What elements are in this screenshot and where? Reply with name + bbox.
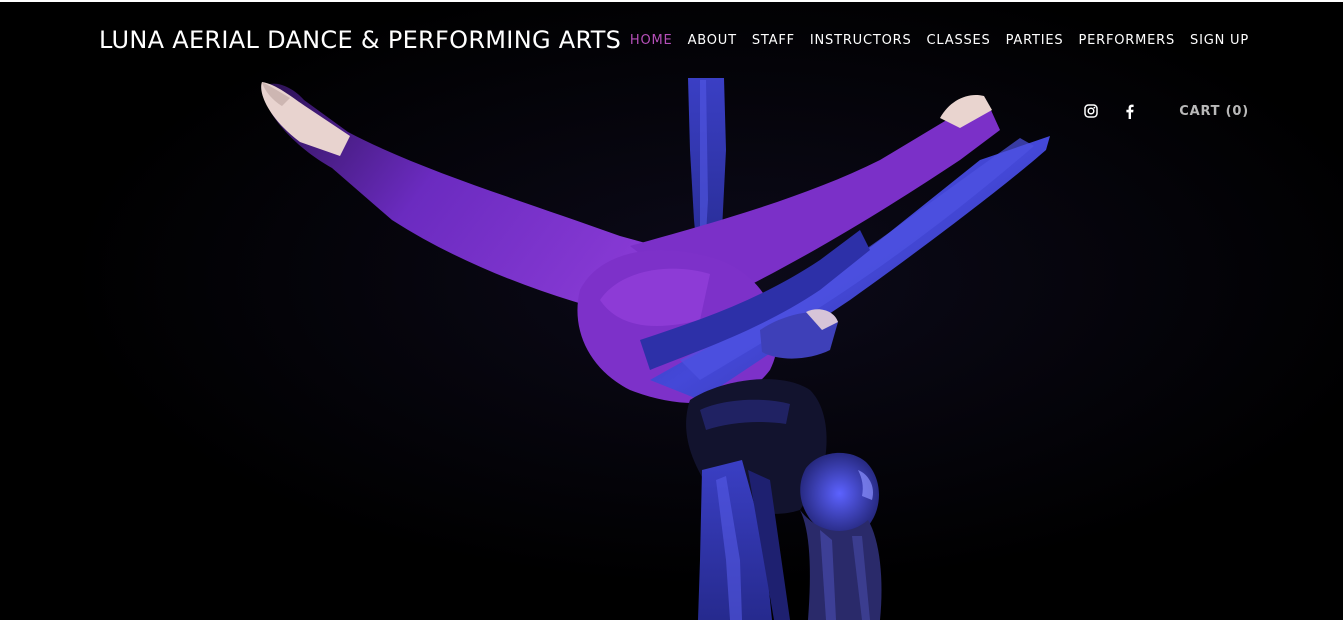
- utility-bar: CART (0): [1083, 101, 1249, 121]
- nav-item-classes[interactable]: CLASSES: [927, 33, 991, 48]
- main-nav: HOME ABOUT STAFF INSTRUCTORS CLASSES PAR…: [630, 33, 1249, 48]
- nav-item-sign-up[interactable]: SIGN UP: [1190, 33, 1249, 48]
- nav-item-about[interactable]: ABOUT: [688, 33, 737, 48]
- nav-item-parties[interactable]: PARTIES: [1006, 33, 1064, 48]
- site-title[interactable]: LUNA AERIAL DANCE & PERFORMING ARTS: [99, 26, 621, 54]
- facebook-icon[interactable]: [1121, 101, 1137, 121]
- page: LUNA AERIAL DANCE & PERFORMING ARTS HOME…: [0, 0, 1343, 620]
- nav-item-staff[interactable]: STAFF: [752, 33, 795, 48]
- top-border: [0, 0, 1343, 2]
- nav-item-instructors[interactable]: INSTRUCTORS: [810, 33, 912, 48]
- instagram-icon[interactable]: [1083, 101, 1099, 121]
- nav-item-performers[interactable]: PERFORMERS: [1078, 33, 1175, 48]
- hero-image: [0, 0, 1343, 620]
- nav-item-home[interactable]: HOME: [630, 33, 673, 48]
- cart-link[interactable]: CART (0): [1179, 104, 1249, 119]
